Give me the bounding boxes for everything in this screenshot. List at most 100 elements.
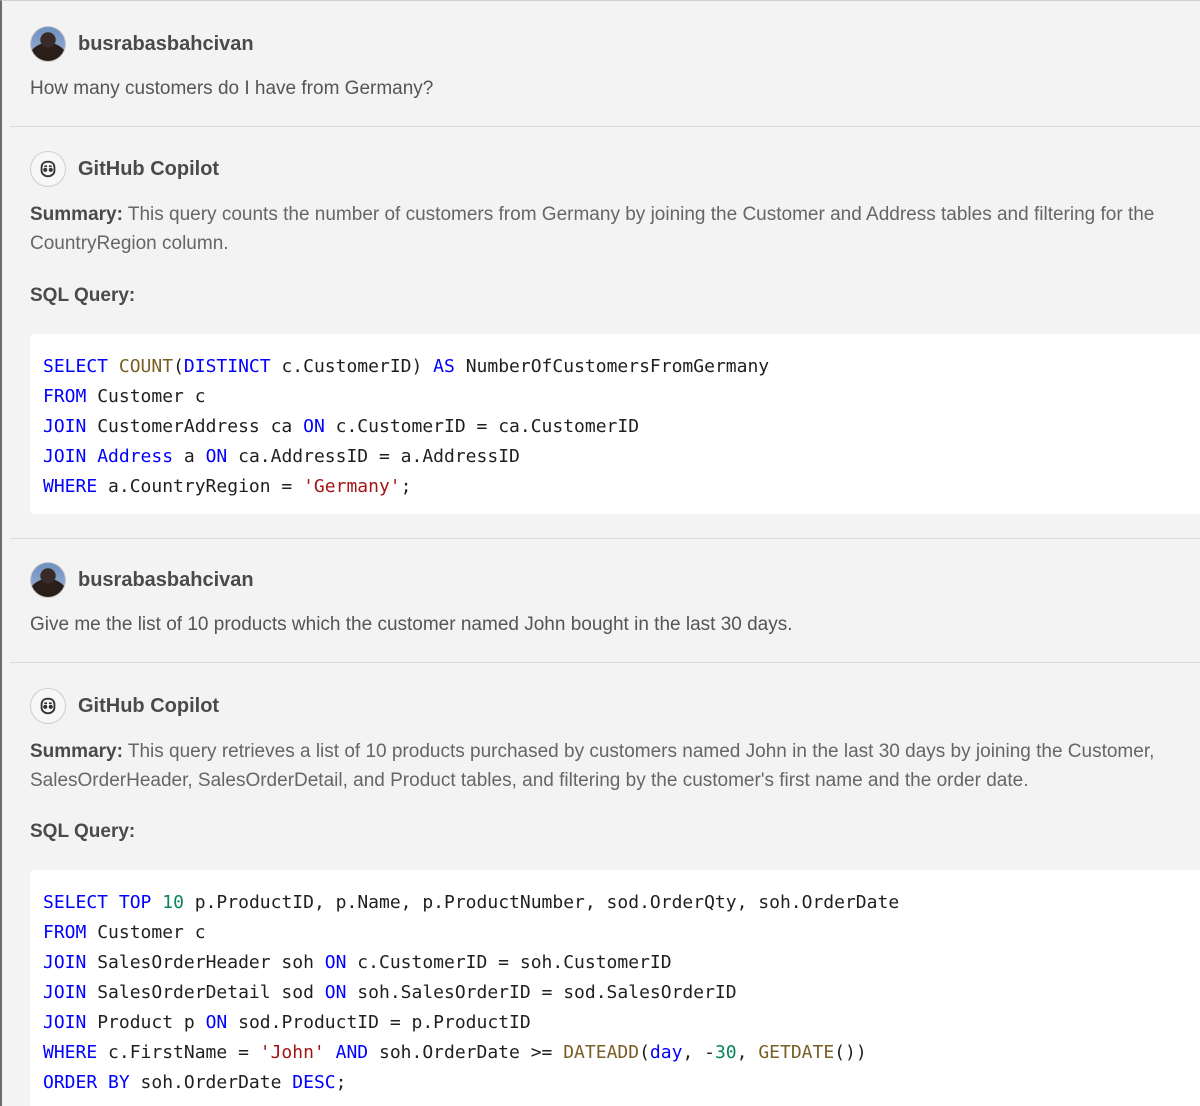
code-token: ORDER BY [43,1072,130,1093]
code-token: AS [433,356,455,377]
message-header-user-1: busrabasbahcivan [30,26,254,62]
code-token: COUNT [118,356,174,377]
sql-code-block[interactable]: SELECT TOP 10 p.ProductID, p.Name, p.Pro… [30,870,1200,1106]
code-token: , [736,1042,759,1063]
code-token: a [173,446,206,467]
user-prompt: How many customers do I have from German… [30,78,434,99]
code-token: Product p [86,1012,206,1033]
code-token: 10 [162,892,184,913]
copilot-icon [30,151,66,187]
code-token: a.CountryRegion = [97,476,304,497]
code-token: FROM [43,922,87,943]
code-token: ON [324,982,347,1003]
code-token: 'John' [259,1042,325,1063]
code-line: WHERE c.FirstName = 'John' AND soh.Order… [43,1038,1200,1068]
code-line: JOIN CustomerAddress ca ON c.CustomerID … [43,412,1200,442]
user-avatar-icon[interactable] [30,26,66,62]
code-line: JOIN Product p ON sod.ProductID = p.Prod… [43,1008,1200,1038]
message-divider [10,538,1200,539]
code-line: WHERE a.CountryRegion = 'Germany'; [43,472,1200,502]
code-token: JOIN [43,982,87,1003]
code-token: NumberOfCustomersFromGermany [454,356,770,377]
code-token: SELECT [43,892,109,913]
code-token: ON [205,1012,228,1033]
code-token: JOIN [43,416,87,437]
summary-text: Summary: This query counts the number of… [30,200,1186,258]
summary-label: Summary: [30,204,123,225]
chat-panel: busrabasbahcivan How many customers do I… [0,0,1200,1106]
code-token: DESC [292,1072,336,1093]
code-token: SalesOrderHeader soh [86,952,325,973]
code-token: WHERE [43,476,98,497]
code-token: day [649,1042,683,1063]
code-token: JOIN [43,952,87,973]
message-header-user-2: busrabasbahcivan [30,562,254,598]
code-token: c.CustomerID = ca.CustomerID [324,416,640,437]
code-token: ON [303,416,325,437]
code-token: SELECT [43,356,109,377]
code-token: p.ProductID, p.Name, p.ProductNumber, so… [183,892,900,913]
user-prompt: Give me the list of 10 products which th… [30,614,793,635]
message-divider [10,662,1200,663]
author-name: GitHub Copilot [78,157,220,180]
code-token: DISTINCT [183,356,271,377]
code-token: JOIN [43,446,87,467]
summary-text: Summary: This query retrieves a list of … [30,737,1186,795]
copilot-icon [30,688,66,724]
code-token: c.CustomerID = soh.CustomerID [346,952,672,973]
sql-code-block[interactable]: SELECT COUNT(DISTINCT c.CustomerID) AS N… [30,334,1200,514]
sql-query-label: SQL Query: [30,821,136,842]
code-token: JOIN [43,1012,87,1033]
sql-query-label: SQL Query: [30,285,136,306]
code-token: ON [205,446,228,467]
code-token: Customer c [86,922,206,943]
code-token: 30 [714,1042,737,1063]
summary-body: This query retrieves a list of 10 produc… [30,741,1155,791]
code-token: ; [335,1072,347,1093]
code-token: ca.AddressID = a.AddressID [227,446,520,467]
code-token: sod.ProductID = p.ProductID [227,1012,531,1033]
code-token: CustomerAddress ca [86,416,304,437]
code-line: JOIN SalesOrderHeader soh ON c.CustomerI… [43,948,1200,978]
author-name: busrabasbahcivan [78,568,254,591]
code-token: soh.SalesOrderID = sod.SalesOrderID [346,982,737,1003]
code-token: soh.OrderDate >= [368,1042,564,1063]
user-avatar-icon[interactable] [30,562,66,598]
summary-body: This query counts the number of customer… [30,204,1155,254]
code-token: SalesOrderDetail sod [86,982,325,1003]
code-token: DATEADD [563,1042,640,1063]
code-token: soh.OrderDate [129,1072,293,1093]
code-line: ORDER BY soh.OrderDate DESC; [43,1068,1200,1098]
code-line: SELECT TOP 10 p.ProductID, p.Name, p.Pro… [43,888,1200,918]
code-token: Address [97,446,174,467]
message-header-copilot-2: GitHub Copilot [30,688,219,724]
code-token: ()) [834,1042,867,1063]
code-token: ; [400,476,412,497]
code-token: TOP [118,892,152,913]
author-name: GitHub Copilot [78,694,220,717]
code-token: WHERE [43,1042,98,1063]
code-token: GETDATE [758,1042,835,1063]
message-header-copilot-1: GitHub Copilot [30,151,219,187]
code-token: Customer c [86,386,206,407]
code-line: SELECT COUNT(DISTINCT c.CustomerID) AS N… [43,352,1200,382]
code-line: FROM Customer c [43,918,1200,948]
author-name: busrabasbahcivan [78,32,254,55]
summary-label: Summary: [30,741,123,762]
code-token: 'Germany' [303,476,401,497]
code-token: FROM [43,386,87,407]
code-token: ON [324,952,347,973]
code-token: ( [173,356,184,377]
code-line: JOIN Address a ON ca.AddressID = a.Addre… [43,442,1200,472]
code-token: , - [682,1042,715,1063]
code-token: c.FirstName = [97,1042,260,1063]
code-token: AND [335,1042,369,1063]
code-token: c.CustomerID) [270,356,434,377]
message-divider [10,126,1200,127]
code-line: JOIN SalesOrderDetail sod ON soh.SalesOr… [43,978,1200,1008]
